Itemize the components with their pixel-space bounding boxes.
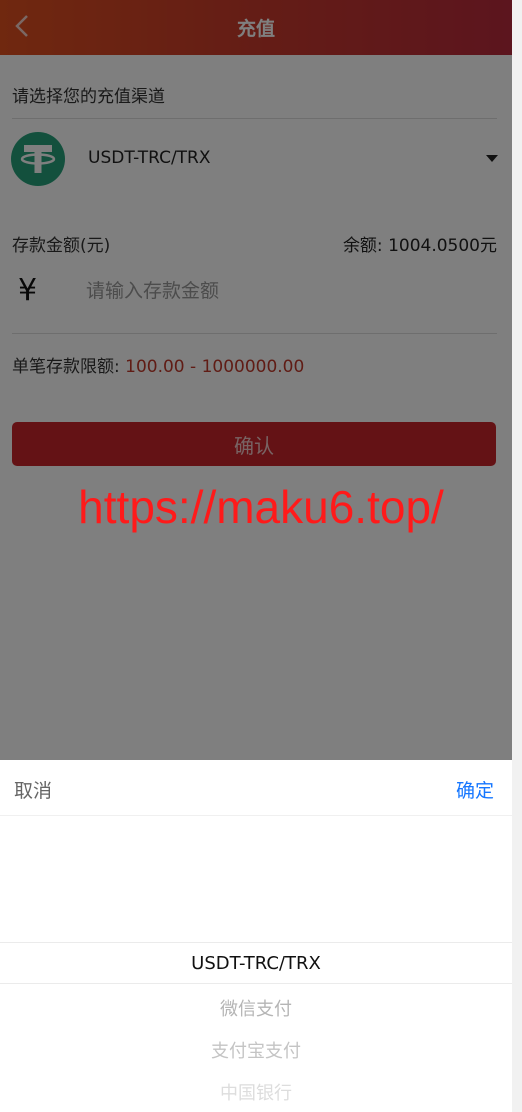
picker-toolbar: 取消 确定	[0, 760, 512, 816]
picker-option[interactable]: 中国银行	[0, 1079, 512, 1105]
modal-overlay[interactable]	[0, 0, 512, 760]
picker-selection-line	[0, 983, 512, 984]
channel-picker: 取消 确定 USDT-TRC/TRX 微信支付 支付宝支付 中国银行	[0, 760, 512, 1112]
watermark-url: https://maku6.top/	[78, 481, 444, 533]
recharge-screen: 充值 请选择您的充值渠道 USDT-TRC/TRX 存款金额(元) 余额: 10…	[0, 0, 522, 1112]
scrollbar[interactable]	[512, 0, 522, 1112]
picker-option[interactable]: 支付宝支付	[0, 1037, 512, 1063]
picker-option[interactable]: 微信支付	[0, 995, 512, 1021]
picker-confirm-button[interactable]: 确定	[456, 776, 494, 803]
picker-cancel-button[interactable]: 取消	[14, 776, 52, 803]
picker-option[interactable]: USDT-TRC/TRX	[0, 953, 512, 974]
picker-selection-line	[0, 942, 512, 943]
